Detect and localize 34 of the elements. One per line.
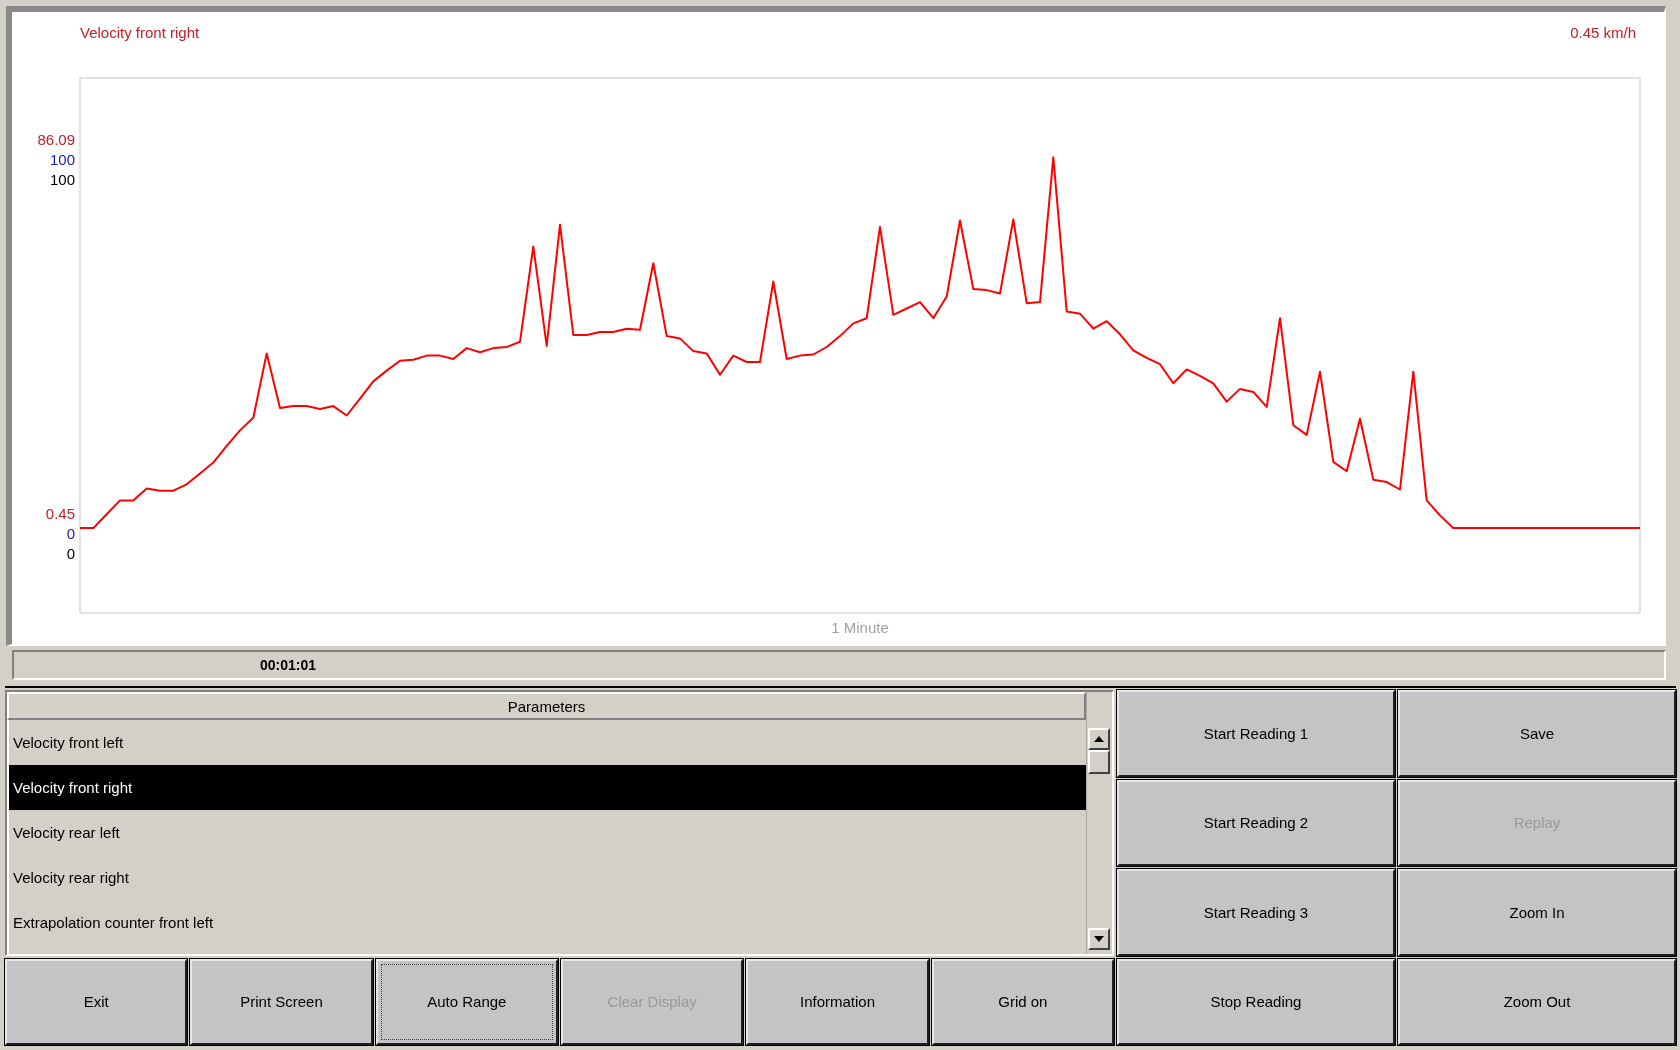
action-button[interactable]: Start Reading 3: [1117, 869, 1395, 956]
toolbar-button[interactable]: Exit: [5, 958, 188, 1045]
down-triangle-icon: [1094, 935, 1105, 942]
x-axis-label: 1 Minute: [831, 619, 889, 636]
up-triangle-icon: [1094, 736, 1105, 742]
parameter-item[interactable]: Extrapolation counter front left: [9, 900, 1086, 945]
scrollbar[interactable]: [1086, 692, 1112, 954]
scroll-down-button[interactable]: [1088, 927, 1111, 950]
toolbar-button[interactable]: Print Screen: [190, 958, 373, 1045]
scroll-up-button[interactable]: [1088, 728, 1111, 750]
scale-min-label: 0.45: [45, 504, 75, 522]
scale-max-label: 86.09: [37, 130, 75, 148]
parameter-item[interactable]: Velocity front right: [9, 765, 1086, 810]
toolbar-button[interactable]: Auto Range: [375, 958, 558, 1045]
list-header: Parameters: [7, 692, 1086, 720]
scrollbar-thumb[interactable]: [1088, 750, 1111, 774]
chart-title: Velocity front right: [80, 24, 200, 41]
action-button[interactable]: Save: [1398, 690, 1676, 777]
y-tick-label: 100: [49, 170, 75, 188]
action-button[interactable]: Start Reading 1: [1117, 690, 1395, 777]
current-reading: 0.45 km/h: [1570, 24, 1636, 41]
scale-max-label: 100: [49, 150, 75, 168]
elapsed-time: 00:01:01: [260, 657, 317, 673]
toolbar-button[interactable]: Information: [746, 958, 929, 1045]
parameter-item[interactable]: Velocity rear left: [9, 810, 1086, 855]
toolbar-button[interactable]: Grid on: [931, 958, 1114, 1045]
action-button[interactable]: Zoom In: [1398, 869, 1676, 956]
toolbar-button[interactable]: Zoom Out: [1398, 958, 1676, 1045]
toolbar-button[interactable]: Stop Reading: [1117, 958, 1395, 1045]
parameter-item[interactable]: Velocity front left: [9, 720, 1086, 765]
parameter-item[interactable]: Velocity rear right: [9, 855, 1086, 900]
scale-min-label: 0: [66, 524, 75, 542]
y-tick-label: 0: [66, 544, 75, 562]
action-button[interactable]: Start Reading 2: [1117, 779, 1395, 866]
